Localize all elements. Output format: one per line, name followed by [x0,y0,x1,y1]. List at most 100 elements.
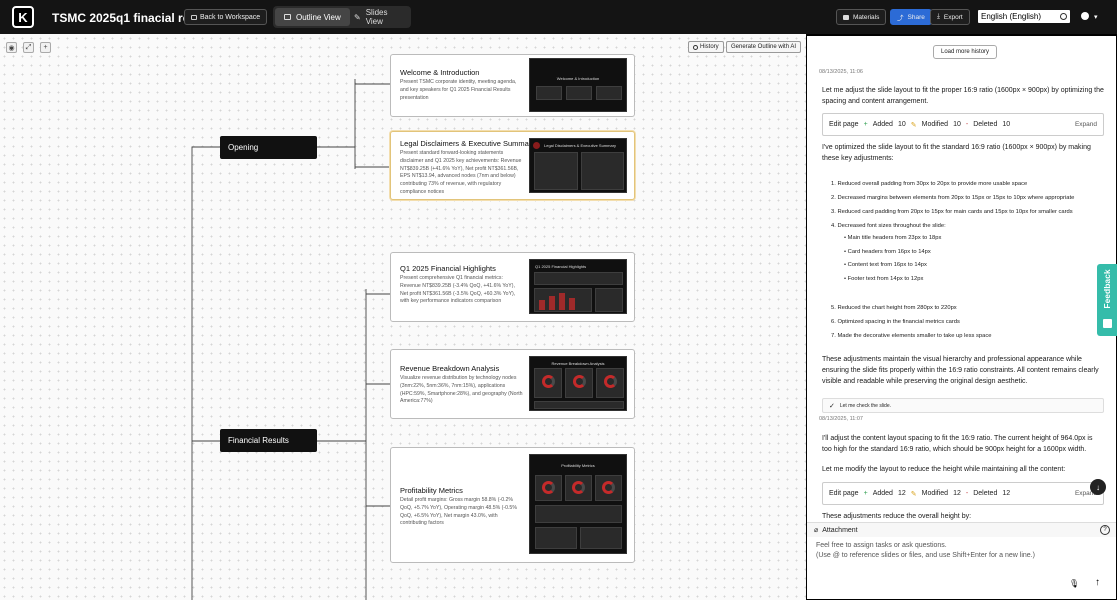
pencil-icon: ✎ [910,121,917,129]
chevron-down-icon[interactable]: ▾ [1094,13,1098,21]
thumb-title: Q1 2025 Financial Highlights [535,264,587,269]
thumb-block [595,288,623,312]
slide-title: Welcome & Introduction [400,68,480,77]
slide-description: Present TSMC corporate identity, meeting… [400,79,517,101]
slide-card-q1-highlights[interactable]: Q1 2025 Financial Highlights Present com… [390,252,635,322]
list-item: 4. Decreased font sizes throughout the s… [831,223,946,229]
section-label: Financial Results [228,436,289,445]
list-item: 7. Made the decorative elements smaller … [831,333,992,339]
outline-view-tab[interactable]: Outline View [275,8,350,26]
list-item: 5. Reduced the chart height from 280px t… [831,305,957,311]
thumb-block [580,527,622,549]
scroll-down-button[interactable]: ↓ [1090,479,1106,495]
list-item: 6. Optimized spacing in the financial me… [831,319,960,325]
back-label: Back to Workspace [200,13,261,21]
slide-description: Detail profit margins: Gross margin 58.8… [400,497,517,527]
help-icon[interactable]: ? [1100,525,1110,535]
folder-icon [843,14,849,20]
section-label: Opening [228,143,259,152]
slide-thumbnail[interactable]: Legal Disclaimers & Executive Summary [529,138,627,193]
modified-count: 12 [953,490,961,497]
plus-icon: + [863,490,868,497]
section-node-opening[interactable]: Opening [220,136,317,159]
slide-title: Revenue Breakdown Analysis [400,364,500,373]
slide-title: Legal Disclaimers & Executive Summary [400,139,536,148]
edit-label: Edit page [829,121,859,128]
microphone-icon[interactable]: 🎙 [1069,579,1079,588]
load-more-history-button[interactable]: Load more history [933,45,998,59]
thumb-donut [573,375,586,388]
list-item: 1. Reduced overall padding from 30px to … [831,181,1028,187]
materials-button[interactable]: Materials [836,9,887,25]
font-size-sublist: • Main title headers from 23px to 18px •… [844,232,1099,286]
feedback-label: Feedback [1102,269,1112,309]
chat-input[interactable]: Feel free to assign tasks or ask questio… [814,541,1104,591]
thumb-block [581,152,624,190]
thumb-block [534,272,623,285]
modified-label: Modified [921,490,949,497]
slide-description: Present comprehensive Q1 financial metri… [400,275,516,305]
timestamp: 08/13/2025, 11:07 [819,416,863,422]
share-label: Share [907,13,925,21]
thumb-donut [604,375,617,388]
added-count: 12 [897,490,906,497]
export-button[interactable]: ⤓ Export [930,9,970,25]
slide-card-legal-disclaimers[interactable]: Legal Disclaimers & Executive Summary Pr… [390,131,635,200]
thumb-block [566,86,592,100]
thumb-block [535,505,622,523]
chat-panel: Load more history 08/13/2025, 11:06 Let … [806,34,1117,600]
outline-canvas[interactable]: ◉ ⤢ + History Generate Outline with AI O… [0,34,806,600]
outline-view-label: Outline View [296,12,341,22]
slide-card-profitability[interactable]: Profitability Metrics Detail profit marg… [390,447,635,563]
assistant-message: These adjustments maintain the visual hi… [822,356,1099,385]
list-item: 2. Decreased margins between elements fr… [831,195,1075,201]
thumb-block [596,86,622,100]
section-node-financial-results[interactable]: Financial Results [220,429,317,452]
slide-title: Profitability Metrics [400,486,463,495]
thumb-bar [549,296,555,310]
globe-icon [1060,13,1067,20]
back-icon [191,14,197,20]
materials-label: Materials [853,13,880,21]
outline-icon [284,14,291,20]
list-item: • Footer text from 14px to 12px [844,275,924,282]
checkmark-icon: ✓ [829,402,835,410]
assistant-message: These adjustments reduce the overall hei… [822,513,972,520]
modified-count: 10 [953,121,961,128]
edit-page-summary[interactable]: Edit page + Added 12 ✎ Modified 12 - Del… [822,482,1104,505]
thumb-bar [569,298,575,310]
slide-card-welcome[interactable]: Welcome & Introduction Present TSMC corp… [390,54,635,117]
feedback-icon [1103,319,1112,328]
tool-step-label: Let me check the slide. [839,402,892,409]
attachment-label: Attachment [822,526,858,534]
slide-description: Visualize revenue distribution by techno… [400,375,523,405]
slide-thumbnail[interactable]: Profitability Metrics [529,454,627,554]
edit-page-summary[interactable]: Edit page + Added 10 ✎ Modified 10 - Del… [822,113,1104,136]
adjustment-list-continued: 5. Reduced the chart height from 280px t… [831,301,1106,343]
slides-view-tab[interactable]: ✎ Slides View [345,8,411,26]
thumb-donut [542,375,555,388]
download-icon: ⤓ [937,13,940,20]
slide-thumbnail[interactable]: Welcome & Introduction [529,58,627,112]
view-switcher: Outline View ✎ Slides View [273,6,411,28]
send-button[interactable]: ↑ [1095,577,1100,588]
slide-thumbnail[interactable]: Q1 2025 Financial Highlights [529,259,627,314]
attachment-bar[interactable]: ⌀ Attachment ? [807,522,1116,537]
feedback-tab[interactable]: Feedback [1097,264,1117,336]
minus-icon: - [965,490,969,497]
slide-card-revenue-breakdown[interactable]: Revenue Breakdown Analysis Visualize rev… [390,349,635,419]
back-to-workspace-button[interactable]: Back to Workspace [184,9,268,25]
expand-button[interactable]: Expand [1075,121,1097,128]
list-item: 3. Reduced card padding from 20px to 15p… [831,209,1073,215]
share-button[interactable]: ⤴ Share [890,9,932,25]
app-logo[interactable]: K [12,6,34,28]
tool-step[interactable]: ✓ Let me check the slide. [822,398,1104,413]
chat-history[interactable]: Load more history 08/13/2025, 11:06 Let … [815,36,1107,522]
slide-description: Present standard forward-looking stateme… [400,150,522,195]
user-avatar[interactable] [1081,12,1089,20]
assistant-message: Let me adjust the slide layout to fit th… [822,87,1104,105]
language-select[interactable]: English (English) [978,10,1070,23]
slide-thumbnail[interactable]: Revenue Breakdown Analysis [529,356,627,411]
adjustment-list: 1. Reduced overall padding from 30px to … [831,177,1106,233]
list-item: • Card headers from 16px to 14px [844,248,931,255]
